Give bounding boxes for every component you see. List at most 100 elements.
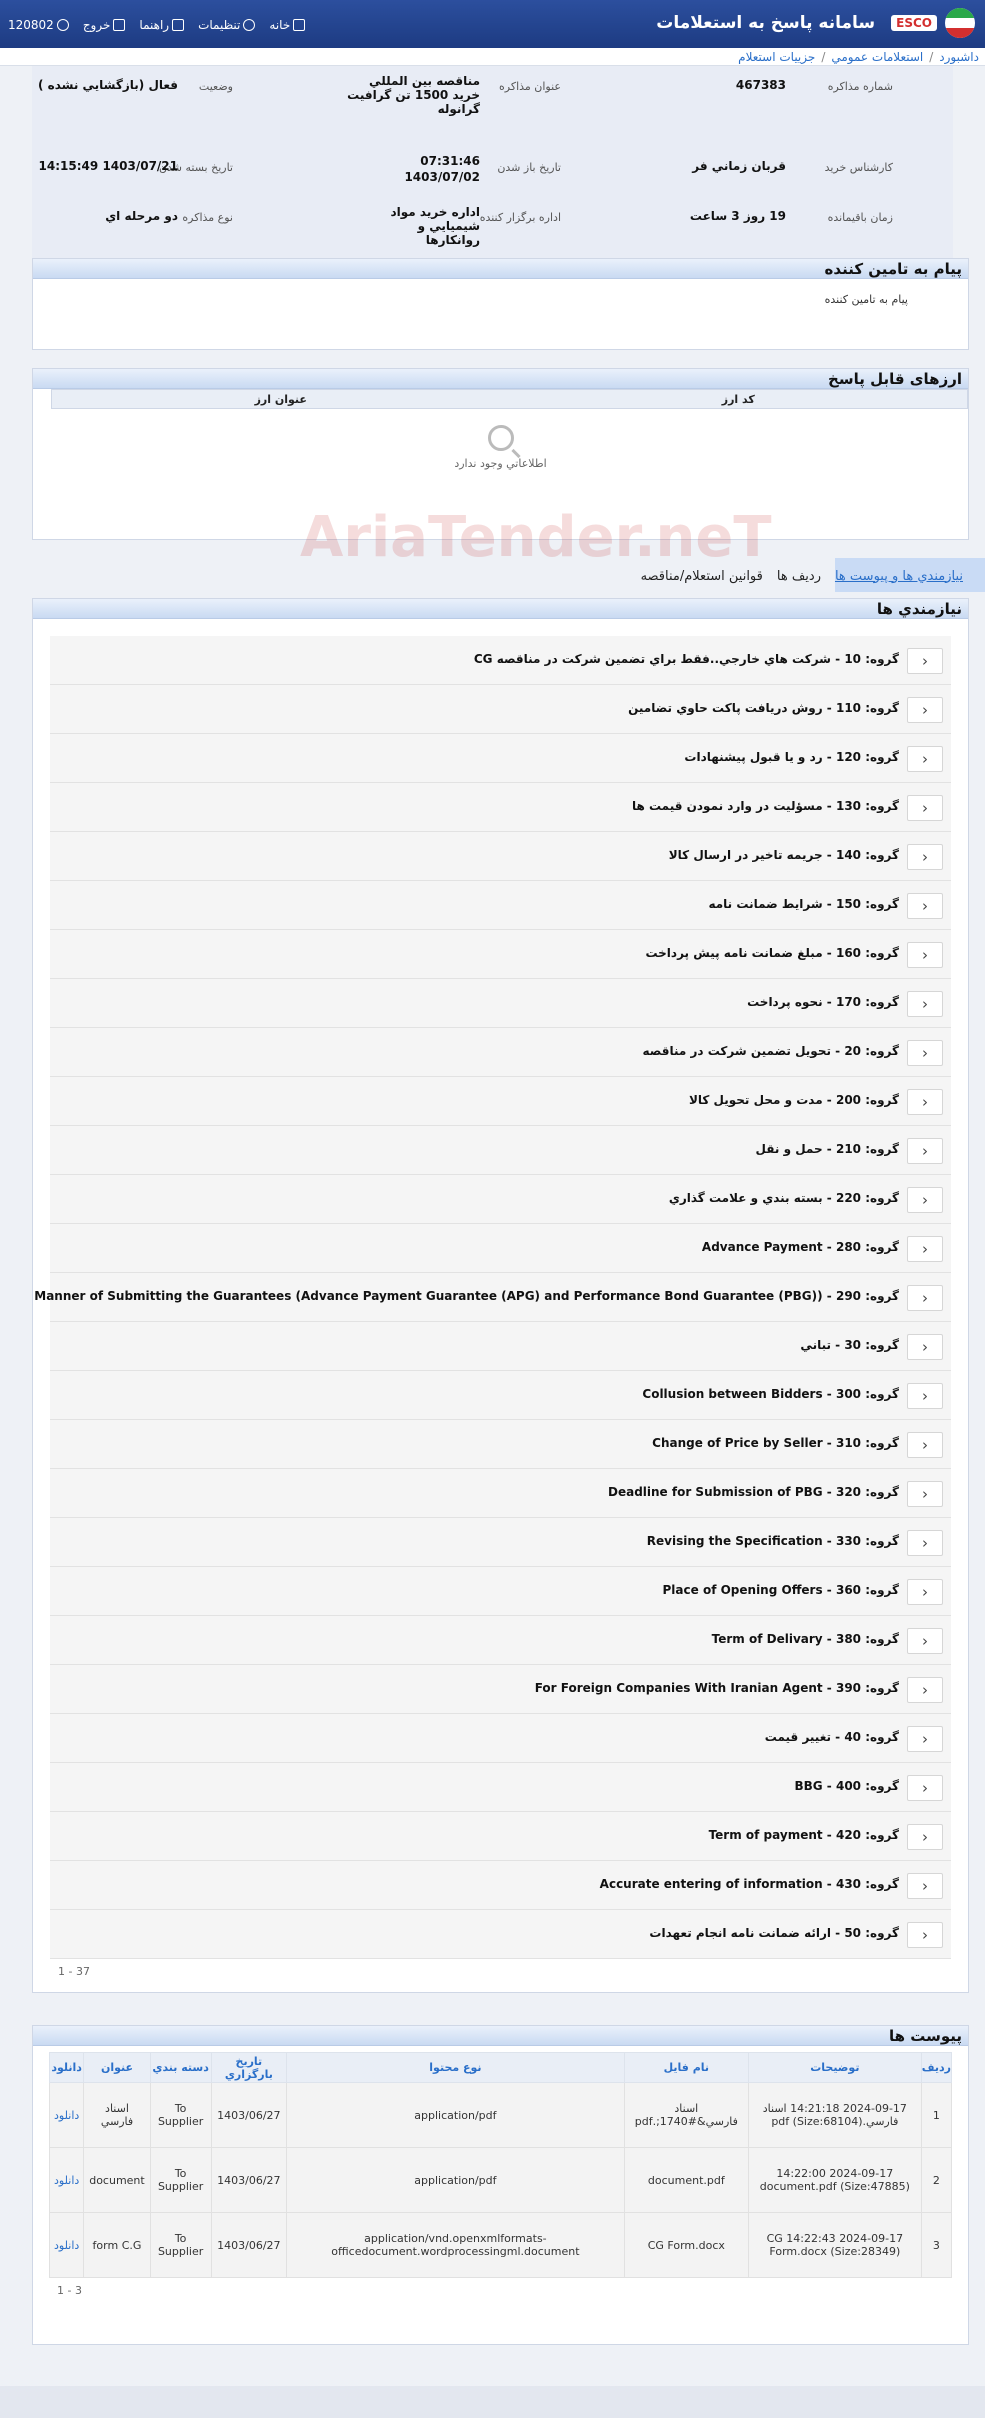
chevron-left-icon[interactable]: ‹ [907, 1628, 943, 1654]
chevron-left-icon[interactable]: ‹ [907, 1236, 943, 1262]
chevron-left-icon[interactable]: ‹ [907, 1138, 943, 1164]
requirement-group-label: گروه: 140 - جريمه تاخير در ارسال کالا [668, 848, 899, 862]
attachment-cell: application/pdf [286, 2147, 625, 2213]
type-label: نوع مذاکره [182, 211, 233, 224]
requirement-group-row[interactable]: ‹ گروه: 10 - شرکت هاي خارجي..فقط براي تضم… [50, 636, 951, 685]
col-currency-title: عنوان ارز [254, 393, 307, 406]
requirement-group-label: گروه: 110 - روش دريافت پاکت حاوي تضامين [628, 701, 899, 715]
requirement-group-label: گروه: 330 - Revising the Specification [646, 1534, 899, 1548]
download-link[interactable]: دانلود [48, 2082, 85, 2148]
chevron-left-icon[interactable]: ‹ [907, 1530, 943, 1556]
requirement-group-label: گروه: 170 - نحوه پرداخت [747, 995, 899, 1009]
download-link[interactable]: دانلود [48, 2212, 85, 2278]
top-bar: ESCO سامانه پاسخ به استعلامات خانه تنظيم… [0, 0, 985, 48]
requirement-group-row[interactable]: ‹ گروه: 430 - Accurate entering of inform… [50, 1861, 951, 1910]
chevron-left-icon[interactable]: ‹ [907, 1187, 943, 1213]
requirement-group-row[interactable]: ‹ گروه: 160 - مبلغ ضمانت نامه پيش پرداخت [50, 930, 951, 979]
breadcrumb-details[interactable]: جزييات استعلام [738, 48, 815, 65]
gear-icon [243, 19, 256, 31]
nav-settings[interactable]: تنظيمات [198, 18, 256, 32]
download-link[interactable]: دانلود [48, 2147, 85, 2213]
requirement-group-row[interactable]: ‹ گروه: 20 - تحويل تضمين شرکت در مناقصه [50, 1028, 951, 1077]
requirement-group-row[interactable]: ‹ گروه: 320 - Deadline for Submission of … [50, 1469, 951, 1518]
requirement-group-row[interactable]: ‹ گروه: 300 - Collusion between Bidders [50, 1371, 951, 1420]
attachment-cell: 2 [920, 2147, 953, 2213]
attachments-table: رديف توضيحات نام فايل نوع محتوا تاريخ بارگزا… [48, 2052, 953, 2278]
flag-logo-icon [945, 8, 975, 38]
chevron-left-icon[interactable]: ‹ [907, 1677, 943, 1703]
nav-home[interactable]: خانه [269, 18, 306, 32]
chevron-left-icon[interactable]: ‹ [907, 1040, 943, 1066]
chevron-left-icon[interactable]: ‹ [907, 942, 943, 968]
attachment-cell: 2024-09-17 14:22:43 CG Form.docx (Size:2… [747, 2212, 922, 2278]
chevron-left-icon[interactable]: ‹ [907, 746, 943, 772]
requirement-group-row[interactable]: ‹ گروه: 380 - Term of Delivary [50, 1616, 951, 1665]
tab-rules[interactable]: قوانين استعلام/مناقصه [641, 569, 763, 584]
nav-user[interactable]: 120802 [8, 18, 69, 32]
requirement-group-row[interactable]: ‹ گروه: 140 - جريمه تاخير در ارسال کالا [50, 832, 951, 881]
attachment-cell: 1403/06/27 [210, 2212, 288, 2278]
chevron-left-icon[interactable]: ‹ [907, 795, 943, 821]
currencies-header: کد ارز عنوان ارز [51, 389, 968, 409]
chevron-left-icon[interactable]: ‹ [907, 1432, 943, 1458]
requirement-group-row[interactable]: ‹ گروه: 290 - Manner of Submitting the Gu… [34, 1273, 951, 1322]
chevron-left-icon[interactable]: ‹ [907, 844, 943, 870]
requirement-group-row[interactable]: ‹ گروه: 130 - مسؤليت در وارد نمودن قيمت ه… [50, 783, 951, 832]
nav-logout[interactable]: خروج [83, 18, 126, 32]
requirement-group-row[interactable]: ‹ گروه: 50 - ارائه ضمانت نامه انجام تعهدا… [50, 1910, 951, 1959]
chevron-left-icon[interactable]: ‹ [907, 1922, 943, 1948]
attachment-row: 1 2024-09-17 14:21:18 اسناد فارسي.pdf (Si… [48, 2082, 953, 2148]
requirement-group-label: گروه: 310 - Change of Price by Seller [652, 1436, 899, 1450]
attachment-cell: document.pdf [623, 2147, 749, 2213]
number-value: 467383 [735, 78, 786, 92]
nav-help[interactable]: راهنما [139, 18, 185, 32]
requirement-group-row[interactable]: ‹ گروه: 420 - Term of payment [50, 1812, 951, 1861]
requirement-group-row[interactable]: ‹ گروه: 120 - رد و يا قبول پيشنهادات [50, 734, 951, 783]
breadcrumb-public[interactable]: استعلامات عمومي [831, 48, 923, 65]
requirement-group-row[interactable]: ‹ گروه: 30 - تباني [50, 1322, 951, 1371]
chevron-left-icon[interactable]: ‹ [907, 1334, 943, 1360]
requirement-group-row[interactable]: ‹ گروه: 170 - نحوه پرداخت [50, 979, 951, 1028]
requirement-group-label: گروه: 390 - For Foreign Companies With I… [534, 1681, 899, 1695]
status-label: وضعيت [198, 80, 233, 93]
chevron-left-icon[interactable]: ‹ [907, 1873, 943, 1899]
attachment-cell: 2024-09-17 14:22:00 document.pdf (Size:4… [747, 2147, 922, 2213]
tab-requirements[interactable]: نيازمندي ها و پيوست ها [835, 569, 963, 584]
breadcrumb-dashboard[interactable]: داشبورد [939, 48, 979, 65]
requirement-group-row[interactable]: ‹ گروه: 390 - For Foreign Companies With … [50, 1665, 951, 1714]
chevron-left-icon[interactable]: ‹ [907, 991, 943, 1017]
user-icon [56, 19, 69, 31]
chevron-left-icon[interactable]: ‹ [907, 1824, 943, 1850]
requirement-group-label: گروه: 50 - ارائه ضمانت نامه انجام تعهدات [649, 1926, 899, 1940]
close-date-value: 1403/07/21 14:15:49 [38, 159, 178, 173]
requirement-group-row[interactable]: ‹ گروه: 210 - حمل و نقل [50, 1126, 951, 1175]
chevron-left-icon[interactable]: ‹ [907, 697, 943, 723]
requirement-group-label: گروه: 400 - BBG [794, 1779, 899, 1793]
attachment-cell: اسناد فارسي [83, 2082, 151, 2148]
requirement-group-label: گروه: 200 - مدت و محل تحويل کالا [688, 1093, 899, 1107]
chevron-left-icon[interactable]: ‹ [907, 1775, 943, 1801]
requirement-group-label: گروه: 380 - Term of Delivary [711, 1632, 899, 1646]
tab-rows[interactable]: رديف ها [777, 569, 821, 584]
chevron-left-icon[interactable]: ‹ [907, 1285, 943, 1311]
chevron-left-icon[interactable]: ‹ [907, 1726, 943, 1752]
requirement-group-row[interactable]: ‹ گروه: 330 - Revising the Specification [50, 1518, 951, 1567]
app-title: سامانه پاسخ به استعلامات [656, 13, 876, 33]
requirement-group-row[interactable]: ‹ گروه: 400 - BBG [50, 1763, 951, 1812]
requirement-group-row[interactable]: ‹ گروه: 310 - Change of Price by Seller [50, 1420, 951, 1469]
requirement-group-row[interactable]: ‹ گروه: 360 - Place of Opening Offers [50, 1567, 951, 1616]
attachment-cell: اسناد فارسي&#1740;.pdf [623, 2082, 749, 2148]
requirement-group-row[interactable]: ‹ گروه: 220 - بسته بندي و علامت گذاري [50, 1175, 951, 1224]
chevron-left-icon[interactable]: ‹ [907, 893, 943, 919]
requirement-group-row[interactable]: ‹ گروه: 200 - مدت و محل تحويل کالا [50, 1077, 951, 1126]
chevron-left-icon[interactable]: ‹ [907, 1579, 943, 1605]
chevron-left-icon[interactable]: ‹ [907, 1481, 943, 1507]
requirement-group-row[interactable]: ‹ گروه: 280 - Advance Payment [50, 1224, 951, 1273]
requirement-group-row[interactable]: ‹ گروه: 40 - تغيير قيمت [50, 1714, 951, 1763]
requirement-group-row[interactable]: ‹ گروه: 150 - شرايط ضمانت نامه [50, 881, 951, 930]
chevron-left-icon[interactable]: ‹ [907, 648, 943, 674]
chevron-left-icon[interactable]: ‹ [907, 1089, 943, 1115]
requirement-group-row[interactable]: ‹ گروه: 110 - روش دريافت پاکت حاوي تضامين [50, 685, 951, 734]
chevron-left-icon[interactable]: ‹ [907, 1383, 943, 1409]
requirements-title: نيازمندي ها [33, 599, 968, 619]
